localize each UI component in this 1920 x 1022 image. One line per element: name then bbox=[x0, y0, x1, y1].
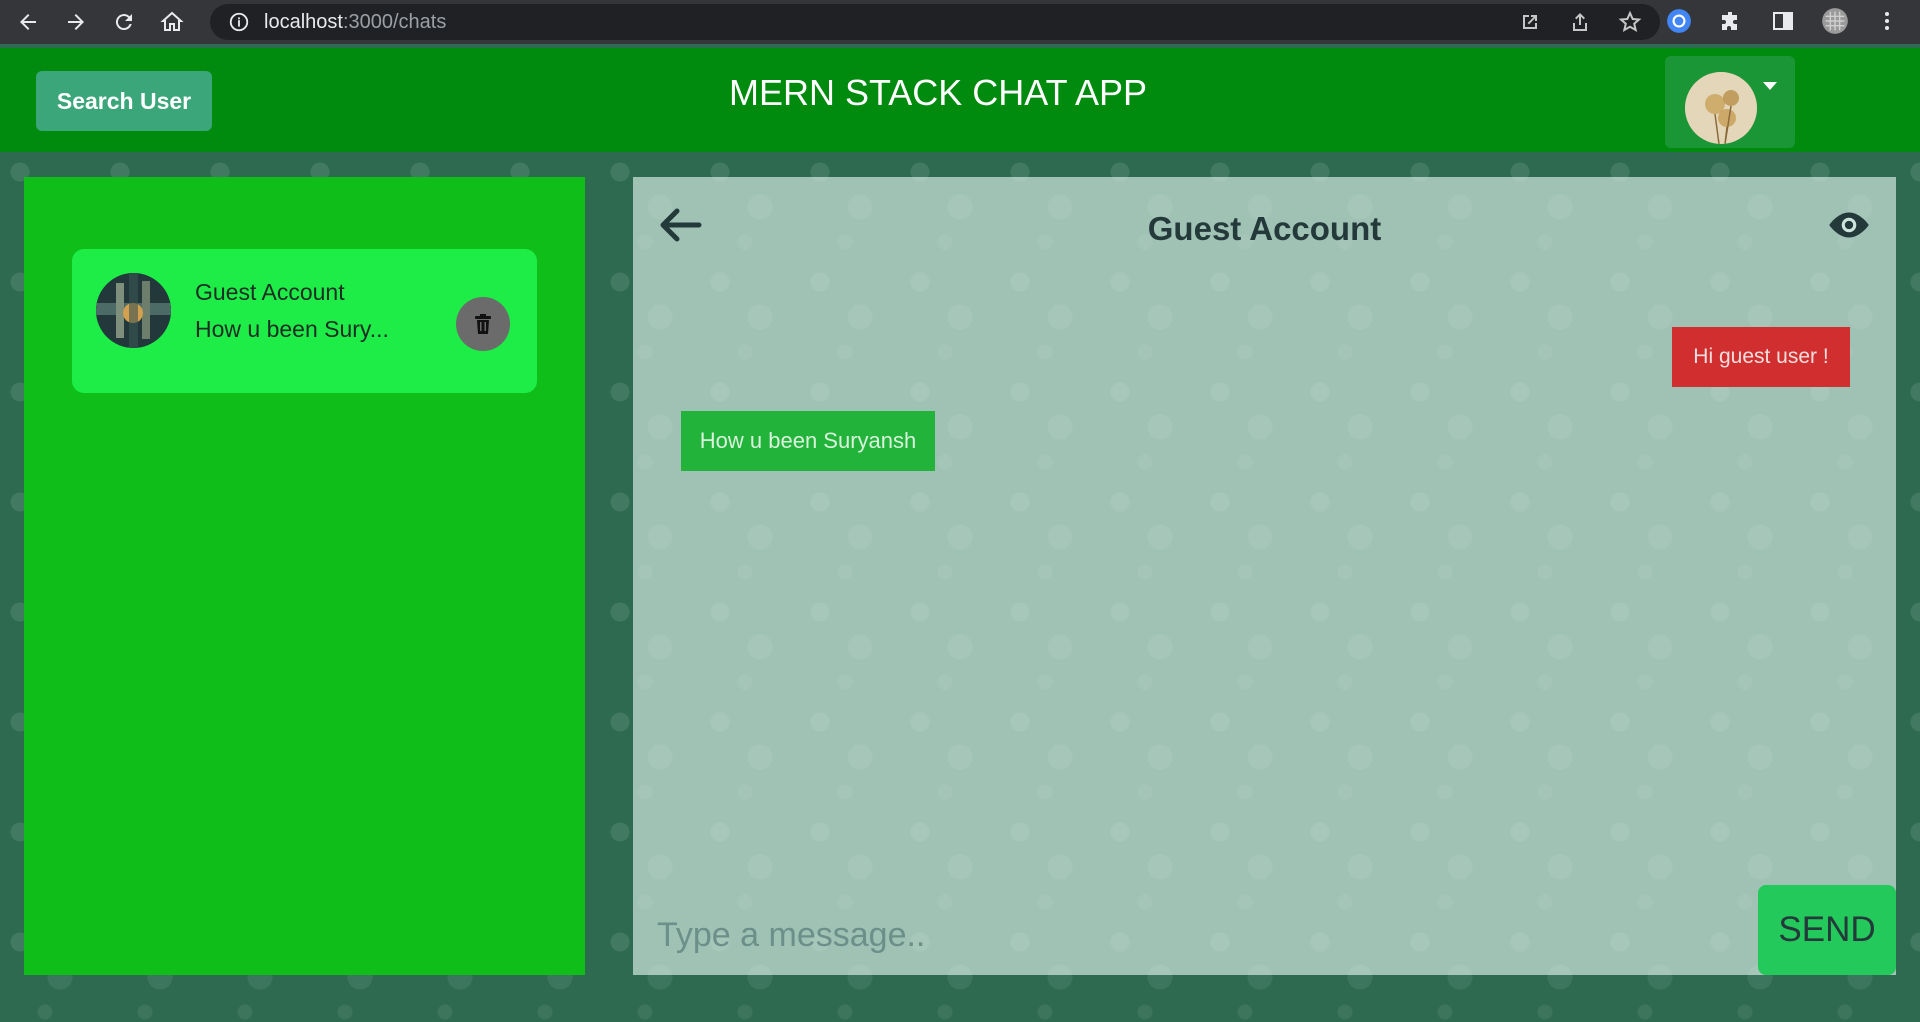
address-bar[interactable]: localhost:3000/chats bbox=[210, 4, 1660, 40]
eye-icon bbox=[1829, 212, 1869, 238]
arrow-left-icon bbox=[20, 14, 36, 30]
chat-item-preview: How u been Sury... bbox=[195, 316, 389, 342]
bookmark-star-icon[interactable] bbox=[1618, 10, 1642, 34]
browser-profile-icon[interactable] bbox=[1820, 6, 1850, 36]
url-host: localhost bbox=[264, 10, 343, 33]
url-text: localhost:3000/chats bbox=[264, 11, 446, 34]
info-icon bbox=[229, 12, 249, 32]
extension-blue-circle-icon[interactable] bbox=[1664, 6, 1694, 36]
puzzle-icon[interactable] bbox=[1716, 6, 1746, 36]
chat-title: Guest Account bbox=[1147, 210, 1382, 247]
avatar bbox=[96, 273, 171, 348]
chat-list-item[interactable]: Guest Account How u been Sury... bbox=[72, 249, 537, 393]
message-bubble-sent: Hi guest user ! bbox=[1672, 327, 1850, 387]
browser-toolbar: localhost:3000/chats bbox=[0, 0, 1920, 44]
reload-button[interactable] bbox=[104, 2, 144, 42]
home-button[interactable] bbox=[152, 2, 192, 42]
chat-item-name: Guest Account bbox=[195, 279, 345, 305]
delete-chat-button[interactable] bbox=[456, 297, 510, 351]
profile-menu-button[interactable] bbox=[1665, 56, 1795, 148]
dandelion-avatar-image bbox=[1685, 72, 1757, 144]
url-path: :3000/chats bbox=[342, 10, 447, 33]
message-bubble-received: How u been Suryansh bbox=[681, 411, 935, 471]
chat-list-panel: Guest Account How u been Sury... bbox=[24, 177, 585, 975]
address-bar-actions bbox=[1518, 10, 1642, 34]
trash-icon bbox=[475, 314, 491, 334]
share-icon[interactable] bbox=[1568, 10, 1592, 34]
app-title: MERN STACK CHAT APP bbox=[728, 72, 1148, 113]
reload-icon bbox=[115, 14, 132, 31]
message-input[interactable] bbox=[641, 905, 1761, 965]
kebab-menu-icon[interactable] bbox=[1872, 6, 1902, 36]
open-external-icon[interactable] bbox=[1518, 10, 1542, 34]
view-profile-button[interactable] bbox=[1821, 203, 1877, 247]
chat-panel: Guest Account Hi guest user ! How u been… bbox=[633, 177, 1896, 975]
send-button[interactable]: SEND bbox=[1758, 885, 1896, 975]
extension-icons bbox=[1664, 6, 1902, 36]
avatar bbox=[1685, 72, 1757, 144]
side-panel-icon[interactable] bbox=[1768, 6, 1798, 36]
app-header: Search User MERN STACK CHAT APP bbox=[0, 48, 1920, 152]
forward-nav-button[interactable] bbox=[56, 2, 96, 42]
guest-avatar-image bbox=[96, 273, 171, 348]
back-nav-button[interactable] bbox=[8, 2, 48, 42]
chevron-down-icon bbox=[1763, 82, 1777, 90]
arrow-right-icon bbox=[68, 14, 84, 30]
home-icon bbox=[160, 11, 184, 31]
